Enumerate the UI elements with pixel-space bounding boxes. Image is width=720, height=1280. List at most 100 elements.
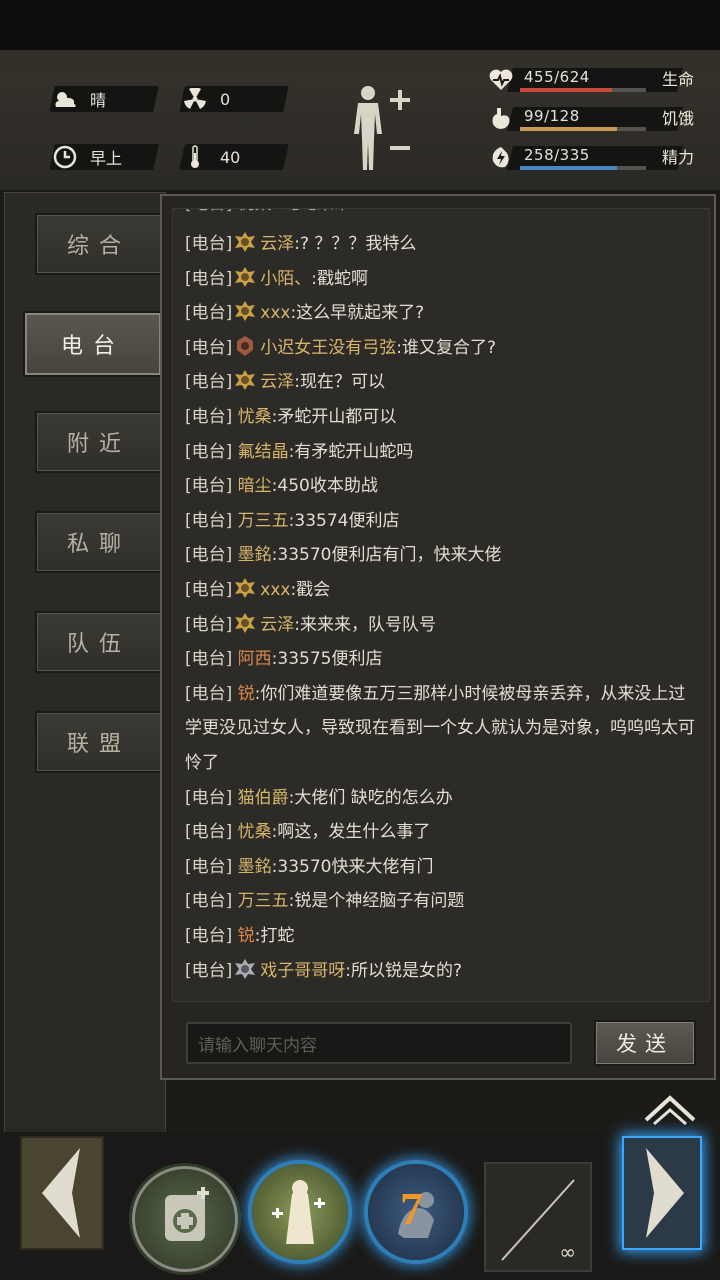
sender-name[interactable]: 氟结晶	[238, 442, 289, 462]
body-status-button[interactable]	[348, 84, 418, 176]
channel-tag: [电台]	[185, 891, 233, 912]
time-text: 早上	[90, 149, 123, 168]
channel-tag: [电台]	[185, 926, 233, 946]
silver-rank-icon	[235, 958, 256, 979]
heart-icon	[486, 66, 516, 94]
weather-chip: 晴	[49, 86, 159, 112]
message-text: :来来来，队号队号	[294, 614, 436, 635]
vital-label: 生命	[662, 70, 695, 89]
human-body-icon	[354, 86, 410, 170]
vital-label: 精力	[662, 148, 695, 167]
message-text: :? ？？？我特么	[294, 234, 417, 254]
sender-name[interactable]: 云泽	[260, 234, 294, 254]
channel-tag: [电台]	[185, 510, 233, 531]
weapon-durability: ∞	[559, 1240, 576, 1264]
channel-tag: [电台]	[185, 545, 233, 566]
sender-name[interactable]: 墨銘	[238, 545, 272, 565]
sender-name[interactable]: 云泽	[260, 372, 294, 392]
channel-tag: [电台]	[185, 234, 233, 254]
chat-message: [电台] 锐:你们难道要像五万三那样小时候被母亲丢弃，从来没上过学更没见过女人，…	[185, 677, 701, 781]
tab-team[interactable]: 队伍	[35, 611, 163, 673]
message-text: :大佬们 缺吃的怎么办	[288, 787, 453, 808]
sender-name[interactable]: 忧桑	[238, 407, 272, 427]
vital-bar-fill	[520, 88, 612, 92]
channel-tag: [电台]	[185, 614, 233, 635]
chat-channel-tabs: 综合 电台 附近 私聊 队伍 联盟	[4, 192, 166, 1134]
medkit-slot[interactable]	[132, 1166, 238, 1272]
chat-message: [电台] 万三五:33574便利店	[185, 504, 701, 539]
sender-name[interactable]: xxx	[260, 580, 290, 600]
temperature-chip: 40	[179, 144, 289, 170]
gold-rank-icon	[235, 612, 256, 633]
message-text: :戳会	[290, 580, 331, 600]
vital-bar-fill	[520, 127, 618, 131]
vital-bar-fill	[520, 166, 618, 170]
energy-icon	[486, 144, 516, 172]
chat-message: [电台] 小陌、:戳蛇啊	[185, 262, 701, 297]
tab-alliance[interactable]: 联盟	[35, 711, 163, 773]
chat-message: [电台] 猫伯爵:大佬们 缺吃的怎么办	[185, 781, 701, 816]
message-text: :现在？可以	[294, 372, 385, 393]
channel-tag: [电台]	[185, 649, 233, 670]
send-button[interactable]: 发送	[594, 1020, 696, 1066]
chat-panel: [电台] 忧桑 :蛇蛇来吊 [电台]云泽:? ？？？我特么[电台]小陌、:戳蛇啊…	[160, 194, 716, 1080]
sender-name[interactable]: xxx	[260, 303, 290, 323]
radiation-icon	[182, 86, 208, 112]
sender-name[interactable]: 锐	[238, 684, 255, 704]
sender-name[interactable]: 忧桑	[238, 822, 272, 842]
channel-tag: [电台]	[185, 407, 233, 427]
gold-rank-icon	[235, 370, 256, 391]
channel-tag: [电台]	[185, 580, 233, 600]
message-text: :戳蛇啊	[311, 268, 368, 289]
sender-name[interactable]: 锐	[238, 926, 255, 946]
message-text: :33570便利店有门，快来大佬	[271, 545, 502, 566]
tab-nearby[interactable]: 附近	[35, 411, 163, 473]
channel-tag: [电台]	[185, 268, 233, 289]
chat-message: [电台] 云泽:? ？？？我特么	[185, 227, 701, 262]
time-chip: 早上	[49, 144, 159, 170]
vital-row: 258/335 精力	[486, 142, 712, 174]
vital-row: 99/128 饥饿	[486, 103, 712, 135]
collapse-chat-button[interactable]	[640, 1088, 700, 1128]
item-count: 7	[400, 1183, 423, 1234]
sender-name[interactable]: 阿西	[238, 649, 272, 669]
sender-name[interactable]: 小迟女王没有弓弦	[260, 338, 396, 358]
chat-message: [电台] 锐:打蛇	[185, 919, 701, 954]
gold-rank-icon	[235, 578, 256, 598]
sender-name[interactable]: 暗尘	[238, 476, 272, 496]
sender-name[interactable]: 小陌、	[260, 269, 311, 289]
sender-name[interactable]: 云泽	[260, 615, 294, 635]
channel-tag: [电台]	[185, 960, 233, 981]
message-text: :矛蛇开山都可以	[271, 407, 397, 427]
message-text: :33575便利店	[271, 649, 383, 670]
sender-name[interactable]: 万三五	[238, 891, 289, 911]
message-text: :打蛇	[254, 926, 295, 946]
chat-log[interactable]: [电台] 忧桑 :蛇蛇来吊 [电台]云泽:? ？？？我特么[电台]小陌、:戳蛇啊…	[172, 208, 710, 1002]
tab-general[interactable]: 综合	[35, 213, 163, 275]
chat-message: [电台] 墨銘:33570便利店有门，快来大佬	[185, 538, 701, 573]
heal-figure-icon	[272, 1180, 325, 1244]
sender-name[interactable]: 墨銘	[238, 857, 272, 877]
chat-message: [电台] 阿西:33575便利店	[185, 642, 701, 677]
prev-page-button[interactable]	[20, 1136, 104, 1250]
message-text: :所以锐是女的?	[345, 960, 463, 981]
chat-message-partial: [电台] 忧桑 :蛇蛇来吊	[185, 209, 701, 222]
medkit-icon	[165, 1187, 209, 1241]
sender-name[interactable]: 戏子哥哥呀	[260, 961, 345, 981]
vital-value: 455/624	[524, 68, 590, 86]
channel-tag: [电台]	[185, 856, 233, 877]
chat-message: [电台] 忧桑:矛蛇开山都可以	[185, 400, 701, 435]
channel-tag: [电台]	[185, 303, 233, 324]
weapon-slot[interactable]: ∞	[484, 1162, 592, 1272]
heal-skill-slot[interactable]	[252, 1164, 348, 1260]
throw-skill-slot[interactable]: 7	[368, 1164, 464, 1260]
tab-radio[interactable]: 电台	[23, 311, 163, 377]
message-text: :有矛蛇开山蛇吗	[288, 441, 414, 462]
sender-name[interactable]: 猫伯爵	[238, 788, 289, 808]
stomach-icon	[486, 105, 516, 133]
next-page-button[interactable]	[622, 1136, 702, 1250]
chat-input[interactable]: 请输入聊天内容	[186, 1022, 572, 1064]
sender-name[interactable]: 万三五	[238, 511, 289, 531]
tab-private[interactable]: 私聊	[35, 511, 163, 573]
message-text: :谁又复合了?	[396, 337, 497, 358]
